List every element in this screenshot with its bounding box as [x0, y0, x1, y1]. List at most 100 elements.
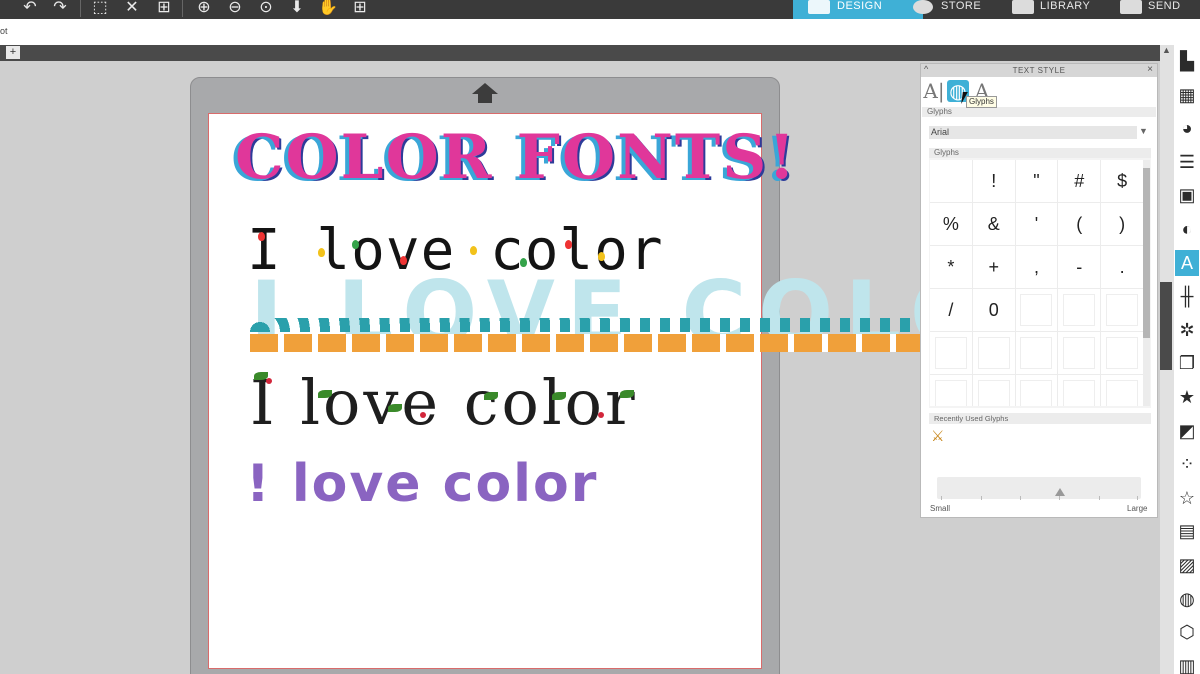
wave-pattern [250, 318, 922, 332]
glyph-cell[interactable] [1101, 332, 1144, 375]
tab-text-icon[interactable]: A| [923, 80, 945, 102]
glyph-cell[interactable] [1101, 375, 1144, 406]
glyph-size-slider[interactable] [937, 477, 1141, 499]
glyph-cell[interactable] [1058, 332, 1102, 375]
glyph-cell[interactable] [1058, 375, 1102, 406]
favorites-icon[interactable]: ★ [1175, 384, 1199, 410]
glyph-cell[interactable]: 0 [972, 289, 1016, 332]
glyph-grid: ! " # $% & '() * +, -. /0 [930, 160, 1144, 406]
fill-pattern-icon[interactable]: ▨ [1175, 552, 1199, 578]
globe-icon[interactable]: ◍ [1175, 586, 1199, 612]
glyph-cell[interactable]: % [930, 203, 973, 246]
scroll-up-icon[interactable]: ▲ [1162, 45, 1171, 55]
sand-pattern [250, 334, 922, 352]
zoom-out-icon[interactable]: ⊖ [223, 0, 247, 17]
fill-icon[interactable]: ◕ [1175, 115, 1199, 141]
glyph-cell[interactable] [972, 332, 1016, 375]
glyph-cell[interactable]: - [1058, 246, 1102, 289]
canvas-text-line2-pattern [250, 318, 922, 352]
glyphs-tooltip: Glyphs [966, 96, 997, 108]
glyph-cell[interactable]: , [1015, 246, 1059, 289]
panel-header[interactable]: ^ TEXT STYLE × [921, 64, 1157, 77]
glyph-cell[interactable]: ) [1101, 203, 1144, 246]
transparency-icon[interactable]: ◐ [1175, 216, 1199, 242]
offset-icon[interactable]: ✲ [1175, 317, 1199, 343]
layers-icon[interactable]: ▤ [1175, 518, 1199, 544]
redo-icon[interactable]: ↷ [48, 0, 72, 17]
glyph-cell[interactable] [972, 375, 1016, 406]
glyph-cell[interactable]: " [1015, 160, 1059, 203]
glyph-cell[interactable] [1015, 289, 1059, 332]
glyph-cell[interactable]: / [930, 289, 973, 332]
recent-glyph-swords-icon[interactable]: ⚔ [931, 428, 951, 446]
document-name[interactable]: ot [0, 26, 8, 36]
canvas-text-line3[interactable]: I love color [250, 366, 638, 439]
add-tab-button[interactable]: + [6, 46, 20, 59]
glyph-cell[interactable]: * [930, 246, 973, 289]
canvas-scroll-thumb[interactable] [1160, 282, 1172, 370]
fit-page-icon[interactable]: ⊞ [348, 0, 372, 17]
glyph-cell[interactable] [1015, 332, 1059, 375]
glyph-cell[interactable] [1058, 289, 1102, 332]
canvas-text-title[interactable]: COLOR FONTS! [235, 122, 797, 193]
select-all-icon[interactable]: ⬚ [88, 0, 112, 17]
move-down-icon[interactable]: ⬇ [285, 0, 309, 17]
nav-library-tab[interactable]: LIBRARY [1012, 0, 1112, 19]
light-bulb-icon [258, 232, 265, 241]
glyph-cell[interactable]: $ [1101, 160, 1144, 203]
glyph-cell[interactable]: ( [1058, 203, 1102, 246]
glyph-cell[interactable]: ' [1015, 203, 1059, 246]
select-icon[interactable]: ⊞ [152, 0, 176, 17]
glyph-cell[interactable]: + [972, 246, 1016, 289]
library-icon[interactable]: ▥ [1175, 653, 1199, 674]
glyph-cell[interactable]: . [1101, 246, 1144, 289]
replicate-icon[interactable]: ❐ [1175, 350, 1199, 376]
glyph-cell[interactable]: & [972, 203, 1016, 246]
nav-design-tab[interactable]: DESIGN [793, 0, 923, 19]
pixscan-icon[interactable]: ▦ [1175, 82, 1199, 108]
align-icon[interactable]: ╫ [1175, 283, 1199, 309]
canvas-text-line4[interactable]: ! love color [246, 454, 598, 514]
slider-thumb[interactable] [1055, 488, 1066, 496]
deselect-icon[interactable]: ✕ [120, 0, 144, 17]
slider-tick [1099, 496, 1100, 500]
3d-box-icon[interactable]: ⬡ [1175, 619, 1199, 645]
zoom-in-icon[interactable]: ⊕ [192, 0, 216, 17]
panel-close-icon[interactable]: × [1147, 64, 1153, 75]
trace-icon[interactable]: ⁘ [1175, 451, 1199, 477]
send-icon [1120, 0, 1142, 14]
holly-icon [484, 392, 498, 400]
zoom-fit-icon[interactable]: ⊙ [254, 0, 278, 17]
modify-icon[interactable]: ◩ [1175, 418, 1199, 444]
light-bulb-icon [565, 240, 572, 249]
design-grid-icon [808, 0, 830, 14]
pan-icon[interactable]: ✋ [316, 0, 340, 17]
chevron-down-icon[interactable]: ▼ [1139, 126, 1148, 136]
size-small-label: Small [930, 504, 951, 513]
line-style-icon[interactable]: ☰ [1175, 149, 1199, 175]
text-style-icon[interactable]: A [1175, 249, 1199, 276]
glyph-cell[interactable] [930, 160, 973, 203]
nav-store-tab[interactable]: STORE [913, 0, 1013, 19]
nav-library-label: LIBRARY [1040, 0, 1091, 12]
holly-icon [318, 390, 332, 398]
nav-send-label: SEND [1148, 0, 1181, 12]
berry-icon [420, 412, 426, 418]
glyph-scroll-thumb[interactable] [1143, 168, 1150, 338]
sketch-icon[interactable]: ☆ [1175, 485, 1199, 511]
holly-icon [552, 392, 566, 400]
undo-icon[interactable]: ↶ [18, 0, 42, 17]
glyph-cell[interactable] [1101, 289, 1144, 332]
slider-tick [941, 496, 942, 500]
glyph-cell[interactable] [930, 375, 973, 406]
font-select[interactable]: Arial [929, 126, 1137, 139]
glyph-cell[interactable]: # [1058, 160, 1102, 203]
glyph-cell[interactable]: ! [972, 160, 1016, 203]
page-setup-icon[interactable]: ▙ [1175, 48, 1199, 74]
nav-design-label: DESIGN [837, 0, 883, 12]
nav-store-label: STORE [941, 0, 982, 12]
image-effects-icon[interactable]: ▣ [1175, 182, 1199, 208]
glyph-cell[interactable] [930, 332, 973, 375]
glyph-cell[interactable] [1015, 375, 1059, 406]
nav-send-tab[interactable]: SEND [1120, 0, 1200, 19]
